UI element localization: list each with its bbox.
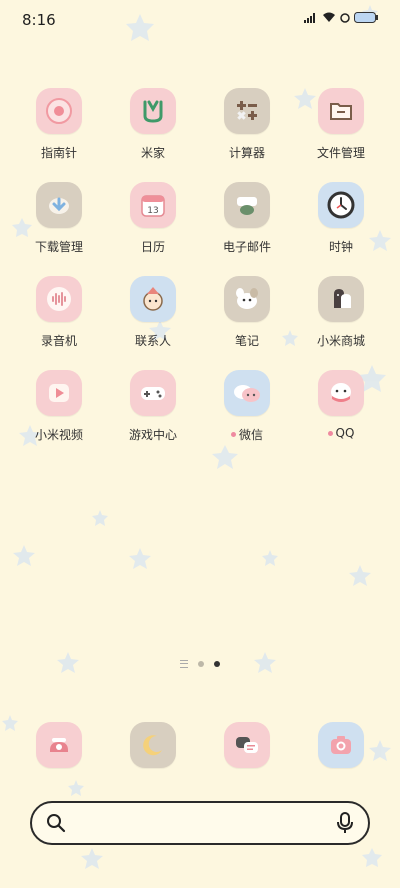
app-email[interactable]: 电子邮件 (200, 182, 294, 276)
search-icon (47, 814, 66, 833)
wechat-icon (224, 370, 270, 416)
mail-icon (224, 182, 270, 228)
page-indicator[interactable] (0, 660, 400, 668)
app-mi-store[interactable]: 小米商城 (294, 276, 388, 370)
page-dot-2 (214, 661, 220, 667)
gamepad-icon (130, 370, 176, 416)
app-label: 小米视频 (34, 428, 83, 442)
app-mijia[interactable]: 米家 (106, 88, 200, 182)
app-label: 电子邮件 (222, 240, 271, 254)
app-label: 游戏中心 (128, 428, 177, 442)
contacts-icon (130, 276, 176, 322)
camera-icon (318, 722, 364, 768)
app-mi-video[interactable]: 小米视频 (12, 370, 106, 464)
microphone-icon[interactable] (336, 812, 354, 834)
app-recorder[interactable]: 录音机 (12, 276, 106, 370)
app-label: 米家 (140, 146, 165, 160)
app-label: 日历 (140, 240, 165, 254)
mi-store-icon (318, 276, 364, 322)
app-qq[interactable]: QQ (294, 370, 388, 464)
app-game-center[interactable]: 游戏中心 (106, 370, 200, 464)
dock-camera[interactable] (294, 722, 388, 768)
download-icon (36, 182, 82, 228)
notification-dot (230, 432, 236, 437)
wifi-icon (323, 12, 335, 22)
app-label: 时钟 (328, 240, 353, 254)
dock-moon[interactable] (106, 722, 200, 768)
calendar-icon: 13 (130, 182, 176, 228)
app-label: QQ (335, 426, 355, 440)
dock (12, 722, 388, 768)
app-label: 录音机 (40, 334, 77, 348)
app-notes[interactable]: 笔记 (200, 276, 294, 370)
app-label: 联系人 (134, 334, 171, 348)
app-label: 计算器 (228, 146, 265, 160)
qq-icon (318, 370, 364, 416)
page-dot-1 (198, 661, 204, 667)
app-label: 微信 (238, 428, 263, 442)
notification-dot (327, 430, 333, 436)
app-label: 文件管理 (316, 146, 365, 160)
video-icon (36, 370, 82, 416)
notes-icon (224, 276, 270, 322)
app-contacts[interactable]: 联系人 (106, 276, 200, 370)
app-label: 笔记 (234, 334, 259, 348)
calculator-icon (224, 88, 270, 134)
app-clock[interactable]: 时钟 (294, 182, 388, 276)
app-calendar[interactable]: 13 日历 (106, 182, 200, 276)
phone-icon (36, 722, 82, 768)
app-label: 指南针 (40, 146, 77, 160)
app-file-manager[interactable]: 文件管理 (294, 88, 388, 182)
app-label: 小米商城 (316, 334, 365, 348)
dock-phone[interactable] (12, 722, 106, 768)
folder-icon (318, 88, 364, 134)
signal-icon (304, 12, 315, 23)
compass-icon (36, 88, 82, 134)
hamburger-icon (180, 660, 188, 668)
status-bar: 8:16 (0, 0, 400, 40)
calendar-day: 13 (147, 206, 158, 216)
moon-icon (130, 722, 176, 768)
app-calculator[interactable]: 计算器 (200, 88, 294, 182)
clock-icon (318, 182, 364, 228)
app-label: 下载管理 (34, 240, 83, 254)
battery-icon (354, 12, 378, 23)
dock-messages[interactable] (200, 722, 294, 768)
app-compass[interactable]: 指南针 (12, 88, 106, 182)
status-icons (304, 12, 378, 23)
mijia-icon (130, 88, 176, 134)
app-wechat[interactable]: 微信 (200, 370, 294, 464)
app-download-manager[interactable]: 下载管理 (12, 182, 106, 276)
search-bar[interactable] (30, 801, 370, 845)
messages-icon (224, 722, 270, 768)
app-grid: 指南针 米家 计算器 文件管理 下载管理 13 日历 电子邮件 时钟 录音机 联… (12, 88, 388, 464)
recorder-icon (36, 276, 82, 322)
status-time: 8:16 (22, 11, 56, 29)
alarm-icon (340, 13, 350, 23)
